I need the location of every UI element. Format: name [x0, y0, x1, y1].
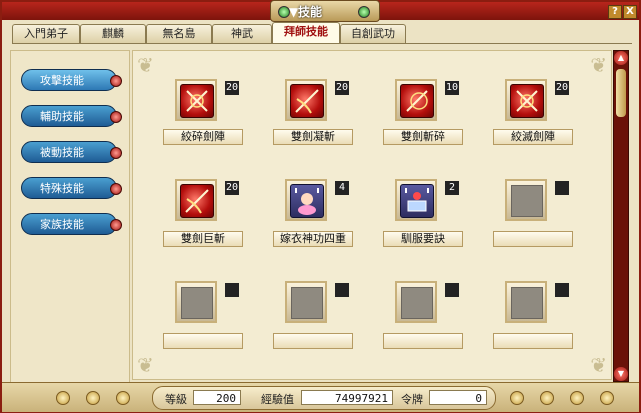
category-panel: 攻擊技能 輔助技能 被動技能 特殊技能 家族技能 [10, 50, 130, 384]
empty-skill-slot[interactable] [395, 281, 437, 323]
skill-name [163, 333, 243, 349]
tab-qilin[interactable]: 麒麟 [80, 24, 146, 43]
category-support-button[interactable]: 輔助技能 [21, 105, 122, 127]
empty-skill-slot[interactable] [285, 281, 327, 323]
empty-skill-slot[interactable] [505, 281, 547, 323]
help-button[interactable]: ? [608, 5, 622, 19]
skill-level: 20 [225, 181, 239, 195]
scroll-up-arrow-icon[interactable]: ▲ [614, 51, 628, 65]
skill-name: 絞碎劍陣 [163, 129, 243, 145]
skill-level: 4 [335, 181, 349, 195]
empty-skill-slot[interactable] [175, 281, 217, 323]
skill-level: 20 [335, 81, 349, 95]
crossed-swords-icon [510, 84, 544, 118]
empty-slot-fill [511, 287, 543, 319]
empty-skill-slot[interactable] [505, 179, 547, 221]
corner-ornament-icon: ❦ [137, 353, 154, 377]
bead-ornament-icon [600, 391, 614, 405]
skill-level [445, 283, 459, 297]
token-value: 0 [429, 390, 487, 405]
tab-divider [12, 43, 632, 44]
skill-grid-panel: ❦ ❦ ❦ ❦ 20 絞碎劍陣 20 雙劍凝斬 10 雙劍斬碎 20 絞滅劍陣 … [132, 50, 612, 380]
bead-ornament-icon [510, 391, 524, 405]
skill-grid-scrollbar[interactable]: ▲ ▼ [613, 50, 629, 382]
window-title: 技能 [298, 5, 323, 19]
tab-nameless-island[interactable]: 無名島 [146, 24, 212, 43]
skill-name [493, 231, 573, 247]
title-arrow-icon: ▼ [289, 5, 299, 19]
skill-name: 絞滅劍陣 [493, 129, 573, 145]
scroll-down-arrow-icon[interactable]: ▼ [614, 367, 628, 381]
empty-slot-fill [181, 287, 213, 319]
level-label: 等級 [165, 393, 187, 406]
skill-slot[interactable] [285, 79, 327, 121]
skill-level [225, 283, 239, 297]
skill-level: 20 [555, 81, 569, 95]
skill-level [555, 181, 569, 195]
category-attack-button[interactable]: 攻擊技能 [21, 69, 122, 91]
skill-slot[interactable] [395, 179, 437, 221]
skill-name: 嫁衣神功四重 [273, 231, 353, 247]
skill-name: 馴服要訣 [383, 231, 463, 247]
skill-slot[interactable] [175, 179, 217, 221]
tab-beginner[interactable]: 入門弟子 [12, 24, 80, 43]
skill-name [493, 333, 573, 349]
tab-custom-martial-arts[interactable]: 自創武功 [340, 24, 406, 43]
sword-burst-icon [400, 84, 434, 118]
exp-value: 74997921 [301, 390, 393, 405]
corner-ornament-icon: ❦ [590, 53, 607, 77]
scroll-thumb[interactable] [616, 69, 626, 117]
category-family-button[interactable]: 家族技能 [21, 213, 122, 235]
character-buff-icon [290, 184, 324, 218]
token-label: 令牌 [401, 393, 423, 406]
level-value: 200 [193, 390, 241, 405]
skill-slot[interactable] [505, 79, 547, 121]
skill-name [383, 333, 463, 349]
bead-ornament-icon [570, 391, 584, 405]
category-special-button[interactable]: 特殊技能 [21, 177, 122, 199]
bead-ornament-icon [86, 391, 100, 405]
skill-level: 2 [445, 181, 459, 195]
skill-level [335, 283, 349, 297]
tab-shenwu[interactable]: 神武 [212, 24, 272, 43]
sword-slash-icon [180, 184, 214, 218]
skill-name: 雙劍巨斬 [163, 231, 243, 247]
empty-slot-fill [511, 185, 543, 217]
skill-name: 雙劍凝斬 [273, 129, 353, 145]
crossed-swords-icon [180, 84, 214, 118]
skills-window: ▼ 技能 ? X 入門弟子 麒麟 無名島 神武 拜師技能 自創武功 攻擊技能 輔… [0, 0, 641, 413]
skill-level [555, 283, 569, 297]
skill-level: 20 [225, 81, 239, 95]
corner-ornament-icon: ❦ [590, 353, 607, 377]
bead-ornament-icon [116, 391, 130, 405]
skill-level: 10 [445, 81, 459, 95]
empty-slot-fill [291, 287, 323, 319]
bead-ornament-icon [540, 391, 554, 405]
skill-slot[interactable] [175, 79, 217, 121]
bead-ornament-icon [56, 391, 70, 405]
skill-slot[interactable] [285, 179, 327, 221]
title-bar[interactable]: ▼ 技能 ? X [2, 0, 639, 22]
empty-slot-fill [401, 287, 433, 319]
skill-name [273, 333, 353, 349]
skill-slot[interactable] [395, 79, 437, 121]
tab-master-skills[interactable]: 拜師技能 [272, 22, 340, 44]
category-passive-button[interactable]: 被動技能 [21, 141, 122, 163]
bottom-stats-bar: 等級 200 經驗值 74997921 令牌 0 [2, 382, 639, 412]
exp-label: 經驗值 [261, 393, 294, 406]
sword-slash-icon [290, 84, 324, 118]
title-right-gem-icon [358, 6, 370, 18]
close-button[interactable]: X [623, 5, 637, 19]
book-buff-icon [400, 184, 434, 218]
skill-name: 雙劍斬碎 [383, 129, 463, 145]
corner-ornament-icon: ❦ [137, 53, 154, 77]
stats-panel: 等級 200 經驗值 74997921 令牌 0 [152, 386, 496, 410]
